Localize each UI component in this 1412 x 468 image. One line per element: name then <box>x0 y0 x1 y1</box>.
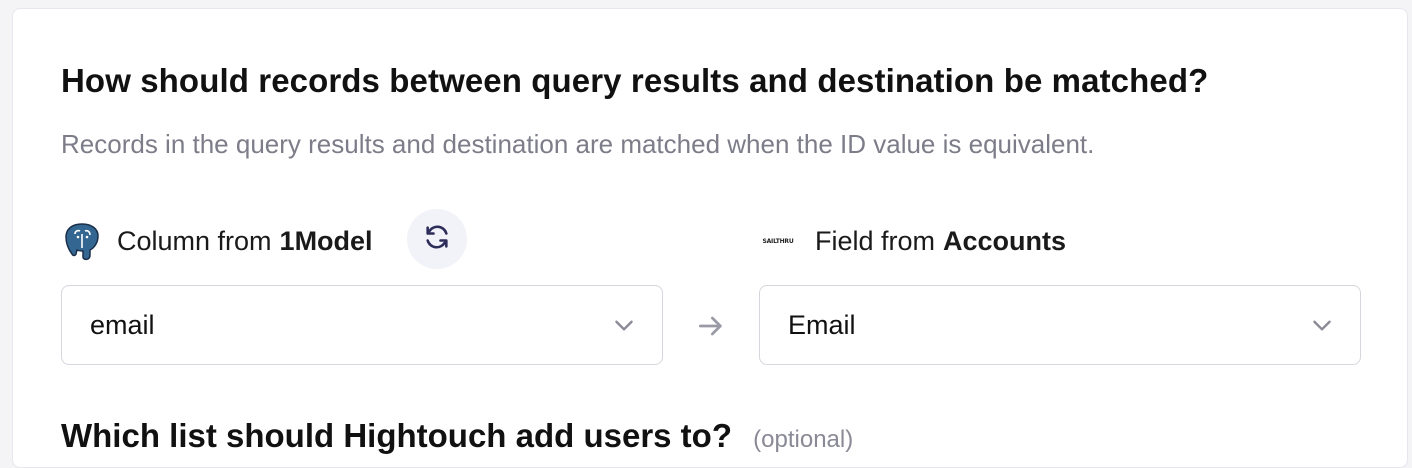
source-column-value: email <box>90 309 155 340</box>
postgresql-icon <box>61 220 103 262</box>
source-label-prefix: Column from <box>117 225 272 256</box>
chevron-down-icon <box>1308 311 1336 339</box>
source-column-label: Column from 1Model <box>61 220 373 262</box>
optional-label: (optional) <box>753 426 854 453</box>
source-model-name: 1Model <box>279 225 373 256</box>
matching-subtitle: Records in the query results and destina… <box>61 129 1095 159</box>
chevron-down-icon <box>610 311 638 339</box>
source-column-select[interactable]: email <box>61 285 663 365</box>
destination-field-value: Email <box>788 309 856 340</box>
list-section-title-text: Which list should Hightouch add users to… <box>61 417 732 454</box>
arrow-right-icon <box>695 310 727 342</box>
destination-object-name: Accounts <box>943 225 1067 256</box>
destination-label-prefix: Field from <box>815 225 936 256</box>
destination-field-label: SAILTHRU Field from Accounts <box>759 223 1066 259</box>
list-section-title: Which list should Hightouch add users to… <box>61 417 853 455</box>
sailthru-logo-icon: SAILTHRU <box>762 237 794 245</box>
matching-title: How should records between query results… <box>61 62 1209 99</box>
refresh-icon <box>423 223 451 256</box>
destination-field-select[interactable]: Email <box>759 285 1361 365</box>
refresh-columns-button[interactable] <box>407 209 467 269</box>
sync-config-card: How should records between query results… <box>12 8 1408 468</box>
